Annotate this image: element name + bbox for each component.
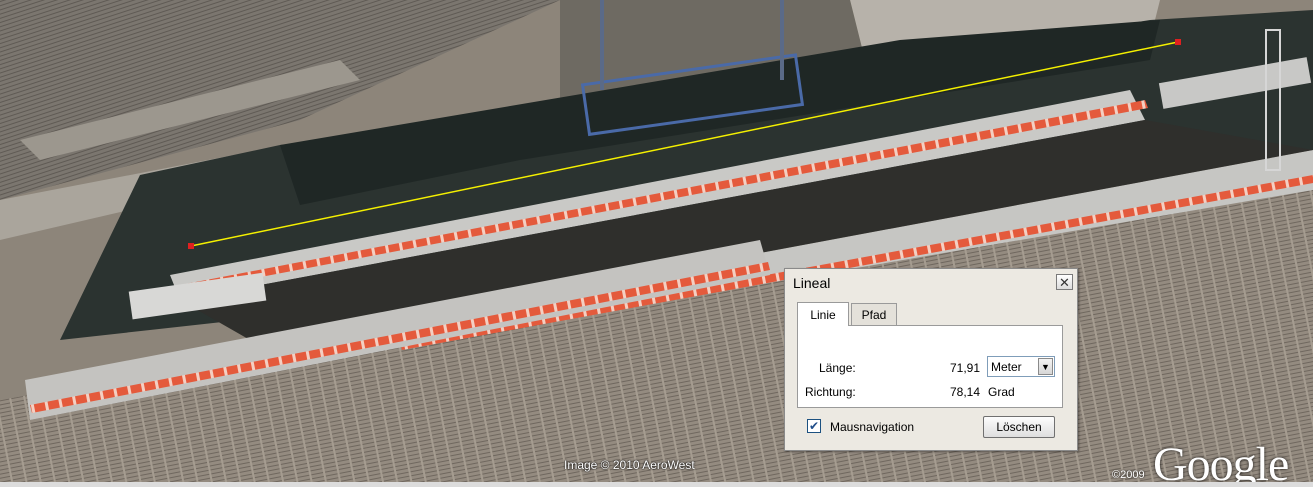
length-value: 71,91: [950, 361, 981, 375]
measure-end-point[interactable]: [1175, 39, 1181, 45]
tab-pfad[interactable]: Pfad: [851, 303, 897, 325]
direction-unit: Grad: [988, 385, 1015, 399]
clear-button[interactable]: Löschen: [983, 416, 1055, 438]
measure-line[interactable]: [0, 0, 1313, 487]
google-logo: Google: [1153, 438, 1289, 487]
ruler-dialog: Lineal ✕ Linie Pfad Länge: 71,91 Meter ▼…: [784, 268, 1078, 451]
status-strip: [0, 482, 1313, 487]
close-icon[interactable]: ✕: [1056, 274, 1073, 290]
dialog-title: Lineal: [793, 275, 831, 291]
tab-linie[interactable]: Linie: [797, 302, 849, 326]
length-label: Länge:: [819, 361, 856, 375]
mouse-nav-label: Mausnavigation: [830, 420, 915, 434]
copyright-text: ©2009: [1112, 469, 1145, 481]
measurement-panel: Länge: 71,91 Meter ▼ Richtung: 78,14 Gra…: [797, 325, 1063, 408]
unit-select[interactable]: Meter ▼: [987, 356, 1055, 377]
check-icon: ✔: [808, 419, 820, 433]
imagery-credit: Image © 2010 AeroWest: [564, 458, 695, 472]
map-viewport[interactable]: Lineal ✕ Linie Pfad Länge: 71,91 Meter ▼…: [0, 0, 1313, 487]
measure-start-point[interactable]: [188, 243, 194, 249]
unit-select-value: Meter: [991, 360, 1022, 374]
mouse-nav-checkbox[interactable]: ✔: [807, 419, 821, 433]
direction-label: Richtung:: [805, 385, 856, 399]
direction-value: 78,14: [950, 385, 981, 399]
chevron-down-icon[interactable]: ▼: [1038, 358, 1053, 375]
